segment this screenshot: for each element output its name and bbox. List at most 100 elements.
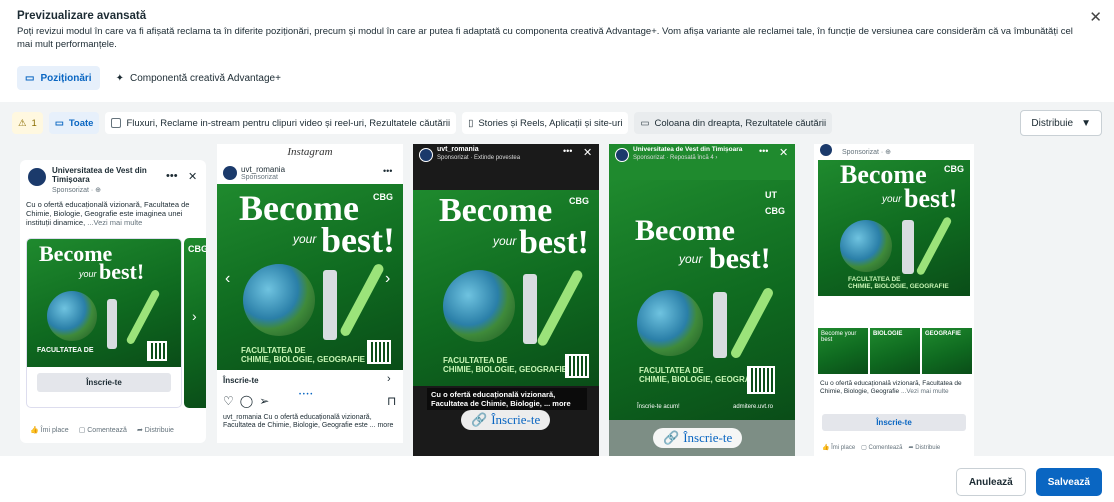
- filter-label: Stories și Reels, Aplicații și site-uri: [478, 117, 623, 129]
- close-icon[interactable]: ✕: [1089, 8, 1102, 26]
- microscope-image: [523, 274, 537, 344]
- ad-creative: CBG Become your best! FACULTATEA DE CHIMI…: [413, 190, 599, 386]
- badge: CBG: [188, 244, 206, 254]
- warning-icon: ⚠: [18, 117, 27, 129]
- ad-creative: CBG Become your best! FACULTATEA DE CHIMI…: [217, 184, 403, 370]
- dialog-header: Previzualizare avansată Poți revizui mod…: [17, 10, 1077, 51]
- cta-label: Înscrie-te: [683, 430, 733, 445]
- filter-feeds[interactable]: Fluxuri, Reclame in-stream pentru clipur…: [105, 112, 457, 134]
- filter-all[interactable]: ▭ Toate: [48, 112, 100, 134]
- chevron-right-icon[interactable]: ›: [192, 308, 197, 324]
- preview-instagram-story[interactable]: uvt_romania Sponsorizat · Extinde povest…: [413, 144, 599, 456]
- test-tube-image: [915, 215, 953, 277]
- preview-strip[interactable]: Universitatea de Vest din Timișoara Spon…: [0, 144, 1114, 456]
- sponsored-label: Sponsorizat: [241, 174, 278, 181]
- comment-button[interactable]: ▢ Comentează: [79, 426, 127, 434]
- cta-button[interactable]: 🔗 Înscrie-te: [461, 410, 551, 430]
- test-tube-image: [125, 288, 161, 346]
- dialog-description: Poți revizui modul în care va fi afișată…: [17, 26, 1073, 50]
- cancel-button[interactable]: Anulează: [955, 468, 1026, 496]
- share-button[interactable]: ➦ Distribuie: [137, 426, 174, 434]
- save-button[interactable]: Salvează: [1035, 468, 1102, 496]
- close-icon[interactable]: ✕: [188, 170, 197, 183]
- creative-tagline: best!: [519, 224, 589, 261]
- comment-button[interactable]: ▢ Comentează: [861, 444, 902, 451]
- close-icon[interactable]: ✕: [779, 146, 788, 159]
- phone-icon: ▯: [468, 117, 474, 129]
- carousel-tile[interactable]: GEOGRAFIE: [922, 328, 972, 374]
- ad-caption: uvt_romania Cu o ofertă educațională viz…: [223, 414, 394, 429]
- tab-advantage-creative[interactable]: ✦ Componentă creativă Advantage+: [108, 66, 289, 90]
- monitor-icon: ▭: [640, 117, 650, 129]
- sparkle-icon: ✦: [115, 72, 124, 84]
- like-button[interactable]: 👍 Îmi place: [30, 426, 69, 434]
- preview-instagram-feed[interactable]: Instagram uvt_romania Sponsorizat ••• CB…: [217, 144, 403, 443]
- avatar: [615, 148, 629, 162]
- creative-subline: your: [493, 234, 517, 248]
- sponsored-label: Sponsorizat · ⊕: [842, 149, 892, 156]
- badge: CBG: [373, 192, 393, 202]
- link-icon: 🔗: [663, 430, 680, 445]
- carousel-card[interactable]: Become your best! FACULTATEA DE Înscrie-…: [26, 238, 182, 408]
- chevron-right-icon[interactable]: ›: [385, 270, 390, 288]
- carousel-next-card[interactable]: CBG ›: [184, 238, 206, 408]
- see-more-link[interactable]: ...Vezi mai multe: [87, 218, 142, 227]
- placements-icon: ▭: [25, 72, 35, 84]
- ad-creative: Become your best! FACULTATEA DE: [27, 239, 181, 367]
- avatar: [820, 144, 832, 156]
- filter-stories[interactable]: ▯ Stories și Reels, Aplicații și site-ur…: [462, 112, 629, 134]
- see-more-link[interactable]: ...Vezi mai multe: [901, 388, 949, 395]
- ad-creative: UT CBG Become your best! FACULTATEA DE CH…: [609, 180, 795, 420]
- preview-facebook-story[interactable]: Universitatea de Vest din Timișoara Spon…: [609, 144, 795, 456]
- more-icon[interactable]: •••: [563, 146, 572, 156]
- cta-button[interactable]: Înscrie-te: [822, 414, 966, 431]
- distribute-dropdown[interactable]: Distribuie ▼: [1020, 110, 1102, 136]
- more-icon[interactable]: •••: [166, 170, 178, 182]
- creative-subline: your: [79, 269, 97, 279]
- cta-button[interactable]: 🔗 Înscrie-te: [653, 428, 743, 448]
- qr-code: [147, 341, 167, 361]
- tab-placements[interactable]: ▭ Poziționări: [17, 66, 100, 90]
- cta-button[interactable]: Înscrie-te: [37, 373, 171, 392]
- bookmark-icon[interactable]: ⊓: [387, 394, 396, 408]
- page-name: Universitatea de Vest din Timișoara: [633, 146, 743, 153]
- carousel-tile[interactable]: Become your best: [818, 328, 868, 374]
- send-icon[interactable]: ➢: [259, 394, 269, 408]
- comment-icon[interactable]: ◯: [240, 394, 253, 408]
- tab-label: Poziționări: [40, 72, 92, 84]
- close-icon[interactable]: ✕: [583, 146, 592, 159]
- warning-chip[interactable]: ⚠ 1: [12, 112, 43, 134]
- caret-down-icon: ▼: [1081, 117, 1091, 129]
- dialog-title: Previzualizare avansată: [17, 10, 147, 22]
- cta-link[interactable]: Înscrie-te: [223, 376, 259, 385]
- filter-label: Fluxuri, Reclame in-stream pentru clipur…: [126, 117, 451, 129]
- placements-icon: ▭: [54, 117, 64, 129]
- globe-image: [443, 270, 515, 342]
- filter-right-column[interactable]: ▭ Coloana din dreapta, Rezultatele căută…: [634, 112, 833, 134]
- globe-image: [243, 264, 315, 336]
- chevron-left-icon[interactable]: ‹: [225, 270, 230, 288]
- chevron-right-icon[interactable]: ›: [387, 373, 391, 385]
- view-tabs: ▭ Poziționări ✦ Componentă creativă Adva…: [17, 66, 289, 90]
- faculty-label: FACULTATEA DE CHIMIE, BIOLOGIE, GEOGRAFIE: [443, 356, 568, 374]
- sponsored-label: Sponsorizat · ⊕: [52, 187, 102, 194]
- preview-right-column[interactable]: Sponsorizat · ⊕ CBG Become your best! FA…: [814, 144, 974, 456]
- test-tube-image: [729, 286, 775, 360]
- uvt-logo: UT: [765, 190, 777, 200]
- share-button[interactable]: ➦ Distribuie: [909, 444, 941, 451]
- mini-carousel[interactable]: Become your best BIOLOGIE GEOGRAFIE: [818, 328, 972, 374]
- cta-label: Înscrie-te: [491, 412, 541, 427]
- creative-tagline: best!: [99, 259, 145, 284]
- account-name: uvt_romania: [437, 146, 479, 153]
- creative-subline: your: [679, 252, 703, 266]
- preview-facebook-feed[interactable]: Universitatea de Vest din Timișoara Spon…: [20, 160, 206, 443]
- qr-code: [565, 354, 589, 378]
- heart-icon[interactable]: ♡: [223, 394, 234, 408]
- more-icon[interactable]: •••: [383, 166, 392, 176]
- like-button[interactable]: 👍 Îmi place: [822, 444, 855, 451]
- more-icon[interactable]: •••: [759, 146, 768, 156]
- account-name: uvt_romania: [241, 165, 286, 174]
- globe-image: [637, 290, 703, 356]
- carousel-tile[interactable]: BIOLOGIE: [870, 328, 920, 374]
- creative-headline: Become: [439, 192, 553, 229]
